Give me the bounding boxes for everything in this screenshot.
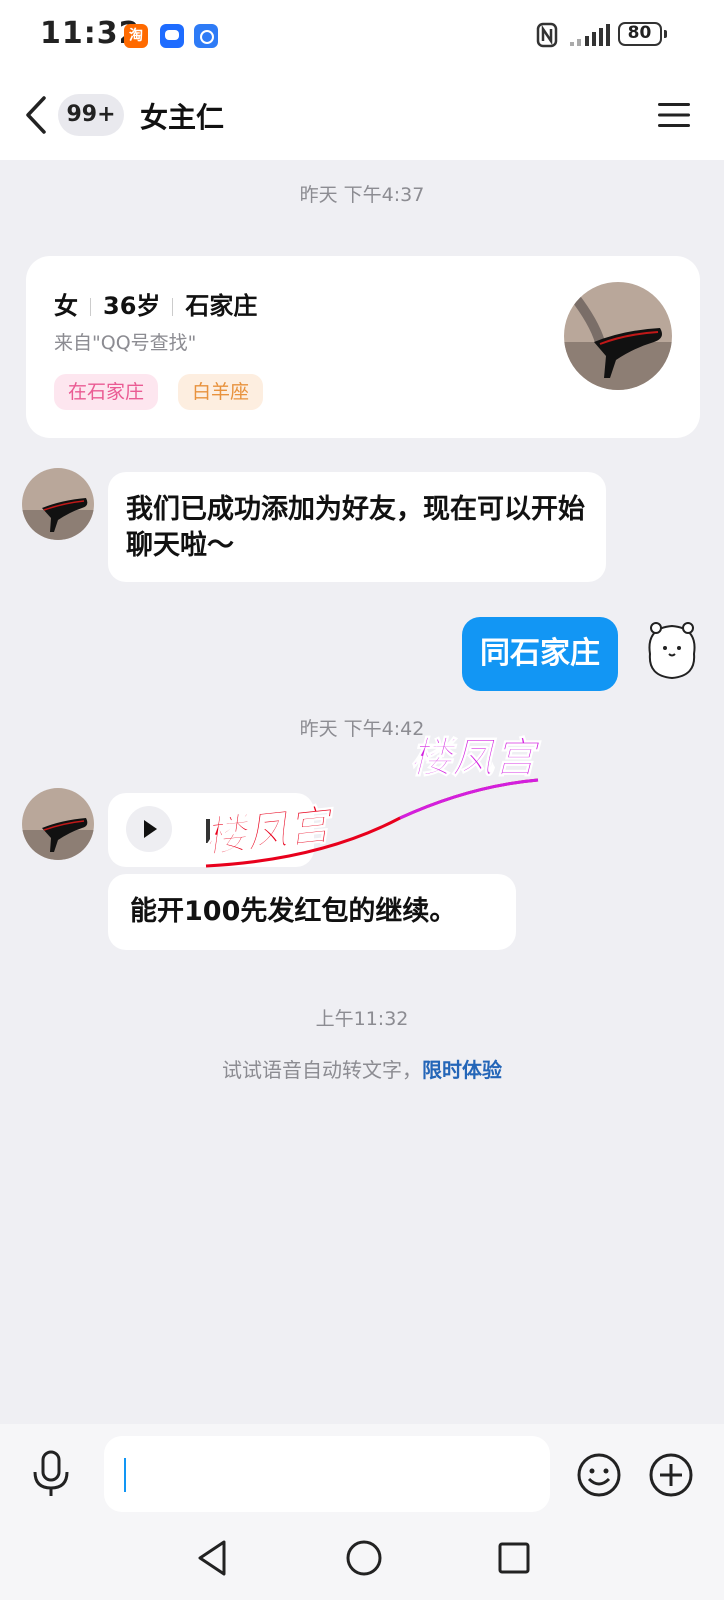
message-text: 我们已成功添加为好友，现在可以开始聊天啦～ bbox=[126, 494, 585, 561]
voice-transcript-bubble[interactable]: 能开100先发红包的继续。 bbox=[108, 874, 516, 950]
download-icon bbox=[194, 24, 218, 48]
timestamp: 昨天 下午4:42 bbox=[299, 718, 425, 740]
contact-avatar[interactable] bbox=[22, 788, 94, 860]
input-bar bbox=[0, 1424, 724, 1526]
my-avatar[interactable] bbox=[636, 614, 708, 686]
taobao-glyph: 淘 bbox=[129, 28, 143, 44]
contact-name-title[interactable]: 女主仁 bbox=[140, 96, 224, 136]
timestamp: 上午11:32 bbox=[315, 1008, 409, 1030]
nfc-icon bbox=[536, 22, 558, 48]
menu-icon[interactable] bbox=[656, 100, 692, 130]
profile-gender: 女 bbox=[54, 292, 78, 320]
nav-home-icon[interactable] bbox=[344, 1538, 384, 1578]
chat-header: 99+ 女主仁 bbox=[0, 72, 724, 160]
play-button[interactable] bbox=[126, 806, 172, 852]
profile-basic-info: 女 36岁 石家庄 bbox=[54, 286, 257, 321]
battery-icon: 80 bbox=[618, 22, 667, 46]
voice-message-bubble[interactable] bbox=[108, 793, 314, 867]
message-input[interactable] bbox=[104, 1436, 550, 1512]
microphone-icon[interactable] bbox=[30, 1450, 72, 1498]
nav-recents-icon[interactable] bbox=[496, 1540, 532, 1576]
profile-tag-location: 在石家庄 bbox=[54, 374, 159, 410]
timestamp: 昨天 下午4:37 bbox=[299, 184, 425, 206]
emoji-icon[interactable] bbox=[576, 1452, 622, 1498]
profile-city: 石家庄 bbox=[185, 292, 258, 320]
play-icon bbox=[144, 820, 157, 838]
status-bar: 11:32 淘 80 bbox=[0, 0, 724, 72]
unread-count-badge[interactable]: 99+ bbox=[58, 94, 124, 136]
signal-icon bbox=[570, 24, 610, 46]
text-caret bbox=[124, 1458, 126, 1492]
profile-tag-zodiac: 白羊座 bbox=[178, 374, 264, 410]
profile-avatar[interactable] bbox=[564, 282, 672, 390]
hint-trial-link[interactable]: 限时体验 bbox=[422, 1058, 502, 1082]
message-bubble-outgoing[interactable]: 同石家庄 bbox=[462, 617, 618, 691]
nav-back-icon[interactable] bbox=[194, 1538, 230, 1578]
message-bubble-incoming[interactable]: 我们已成功添加为好友，现在可以开始聊天啦～ bbox=[108, 472, 606, 582]
taobao-icon: 淘 bbox=[124, 24, 148, 48]
back-arrow-icon[interactable] bbox=[22, 94, 52, 136]
waveform-icon bbox=[206, 819, 210, 843]
voice-to-text-hint: 试试语音自动转文字，限时体验 bbox=[0, 1054, 724, 1083]
profile-age: 36岁 bbox=[103, 292, 161, 320]
assistant-icon bbox=[160, 24, 184, 48]
contact-avatar[interactable] bbox=[22, 468, 94, 540]
battery-level: 80 bbox=[627, 23, 652, 43]
hint-text: 试试语音自动转文字， bbox=[222, 1058, 422, 1082]
profile-card[interactable]: 女 36岁 石家庄 来自"QQ号查找" 在石家庄 白羊座 bbox=[26, 256, 700, 438]
system-nav-bar bbox=[0, 1526, 724, 1600]
profile-source: 来自"QQ号查找" bbox=[54, 332, 197, 354]
voice-transcript-text: 能开100先发红包的继续。 bbox=[130, 896, 457, 927]
plus-icon[interactable] bbox=[648, 1452, 694, 1498]
